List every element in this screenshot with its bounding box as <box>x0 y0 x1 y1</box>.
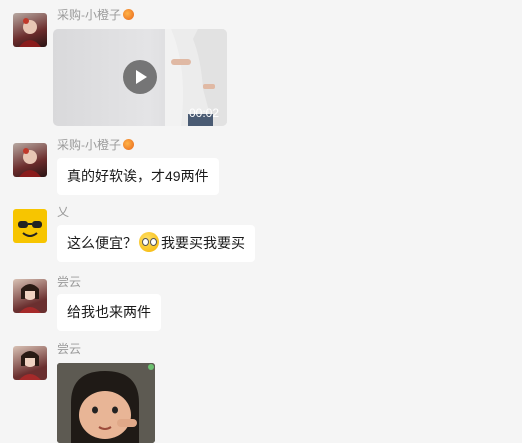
sender-name: 采购-小橙子 <box>57 138 134 152</box>
avatar-image <box>19 148 41 177</box>
message-text: 这么便宜？ <box>67 235 137 251</box>
avatar[interactable] <box>13 143 47 177</box>
avatar-image <box>19 18 41 47</box>
video-message[interactable]: 00:02 <box>53 29 227 126</box>
orange-badge-icon <box>123 139 134 150</box>
image-message[interactable] <box>57 363 155 443</box>
avatar-image <box>19 284 41 313</box>
sender-name: 尝云 <box>57 342 82 356</box>
sender-name-text: 采购-小橙子 <box>57 8 121 22</box>
avatar[interactable] <box>13 279 47 313</box>
avatar[interactable] <box>13 209 47 243</box>
avatar[interactable] <box>13 13 47 47</box>
message-text: 我要买我要买 <box>161 235 245 251</box>
message-bubble[interactable]: 这么便宜？ 我要买我要买 <box>57 225 255 262</box>
message-bubble[interactable]: 给我也来两件 <box>57 294 161 331</box>
crying-face-emoji-icon <box>139 232 159 252</box>
child-photo <box>57 363 155 443</box>
orange-badge-icon <box>123 9 134 20</box>
sender-name: 乂 <box>57 205 70 219</box>
sender-name: 采购-小橙子 <box>57 8 134 22</box>
avatar[interactable] <box>13 346 47 380</box>
message-bubble[interactable]: 真的好软诶，才49两件 <box>57 158 219 195</box>
video-duration: 00:02 <box>188 106 219 120</box>
sender-name: 尝云 <box>57 275 82 289</box>
sunglasses-smiley-icon <box>18 221 42 237</box>
play-button[interactable] <box>123 60 157 94</box>
sender-name-text: 采购-小橙子 <box>57 138 121 152</box>
avatar-image <box>19 351 41 380</box>
